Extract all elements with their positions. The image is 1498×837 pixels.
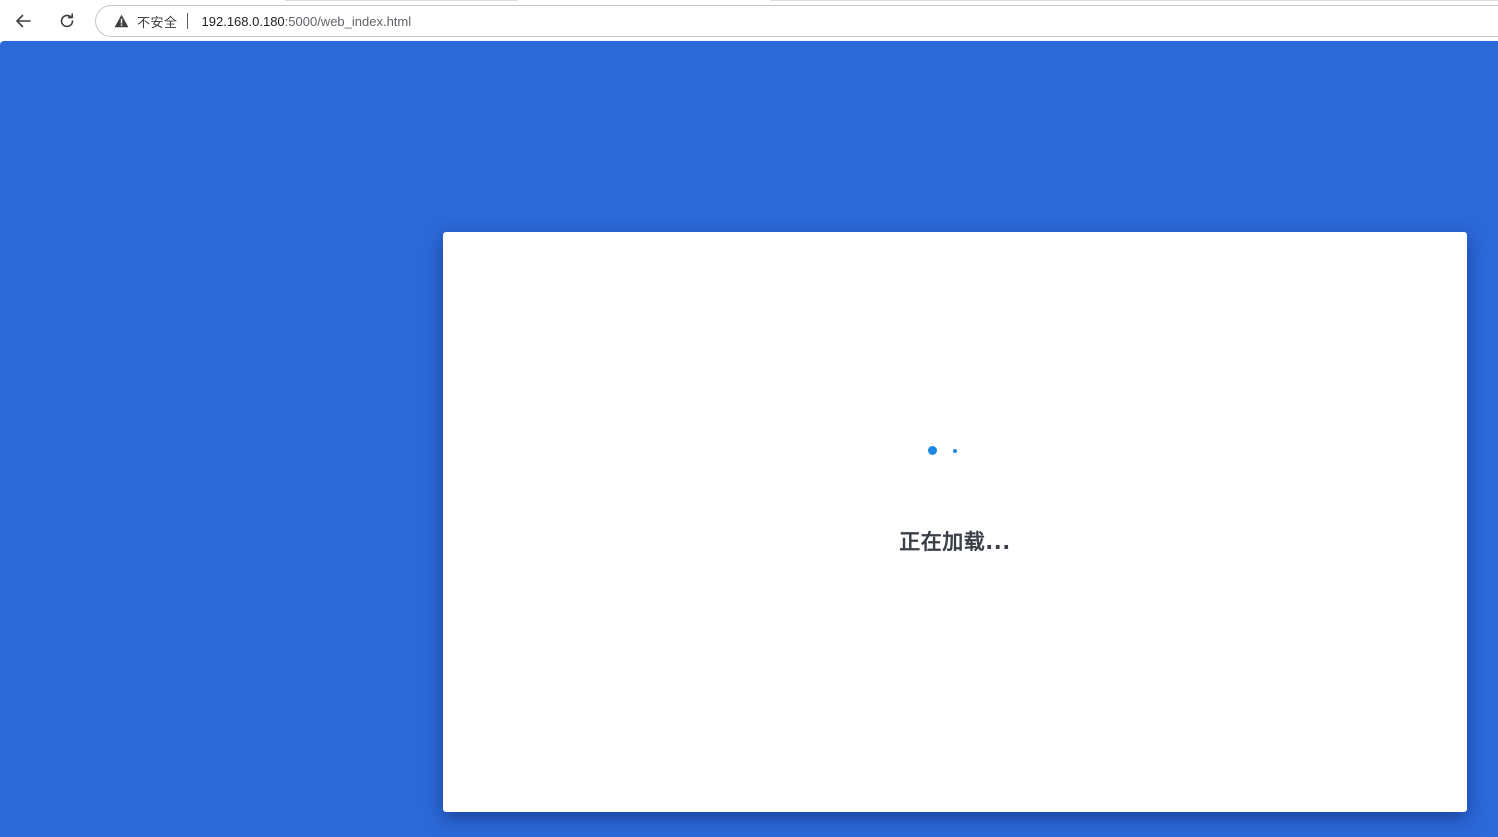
back-arrow-icon: [16, 14, 31, 28]
page-viewport: 正在加载...: [0, 41, 1498, 837]
reload-icon: [60, 13, 74, 28]
url-path: :5000/web_index.html: [284, 13, 412, 29]
back-button[interactable]: [8, 6, 38, 36]
warning-triangle-icon[interactable]: [114, 14, 129, 28]
url-host: 192.168.0.180: [201, 13, 285, 29]
loading-card: 正在加载...: [443, 232, 1467, 812]
loading-message: 正在加载...: [899, 530, 1011, 554]
spinner-dot: [928, 446, 937, 455]
address-bar[interactable]: 不安全 192.168.0.180:5000/web_index.html: [95, 5, 1498, 37]
url-text[interactable]: 192.168.0.180:5000/web_index.html: [202, 14, 412, 29]
tab-strip-edge: [770, 0, 1498, 1]
reload-button[interactable]: [52, 6, 82, 36]
address-bar-divider: [186, 13, 188, 29]
spinner-dot: [953, 449, 957, 453]
browser-toolbar: 不安全 192.168.0.180:5000/web_index.html: [0, 0, 1498, 41]
loading-spinner: [923, 444, 963, 456]
tab-strip-edge: [285, 0, 518, 1]
security-status-label[interactable]: 不安全: [137, 12, 178, 31]
